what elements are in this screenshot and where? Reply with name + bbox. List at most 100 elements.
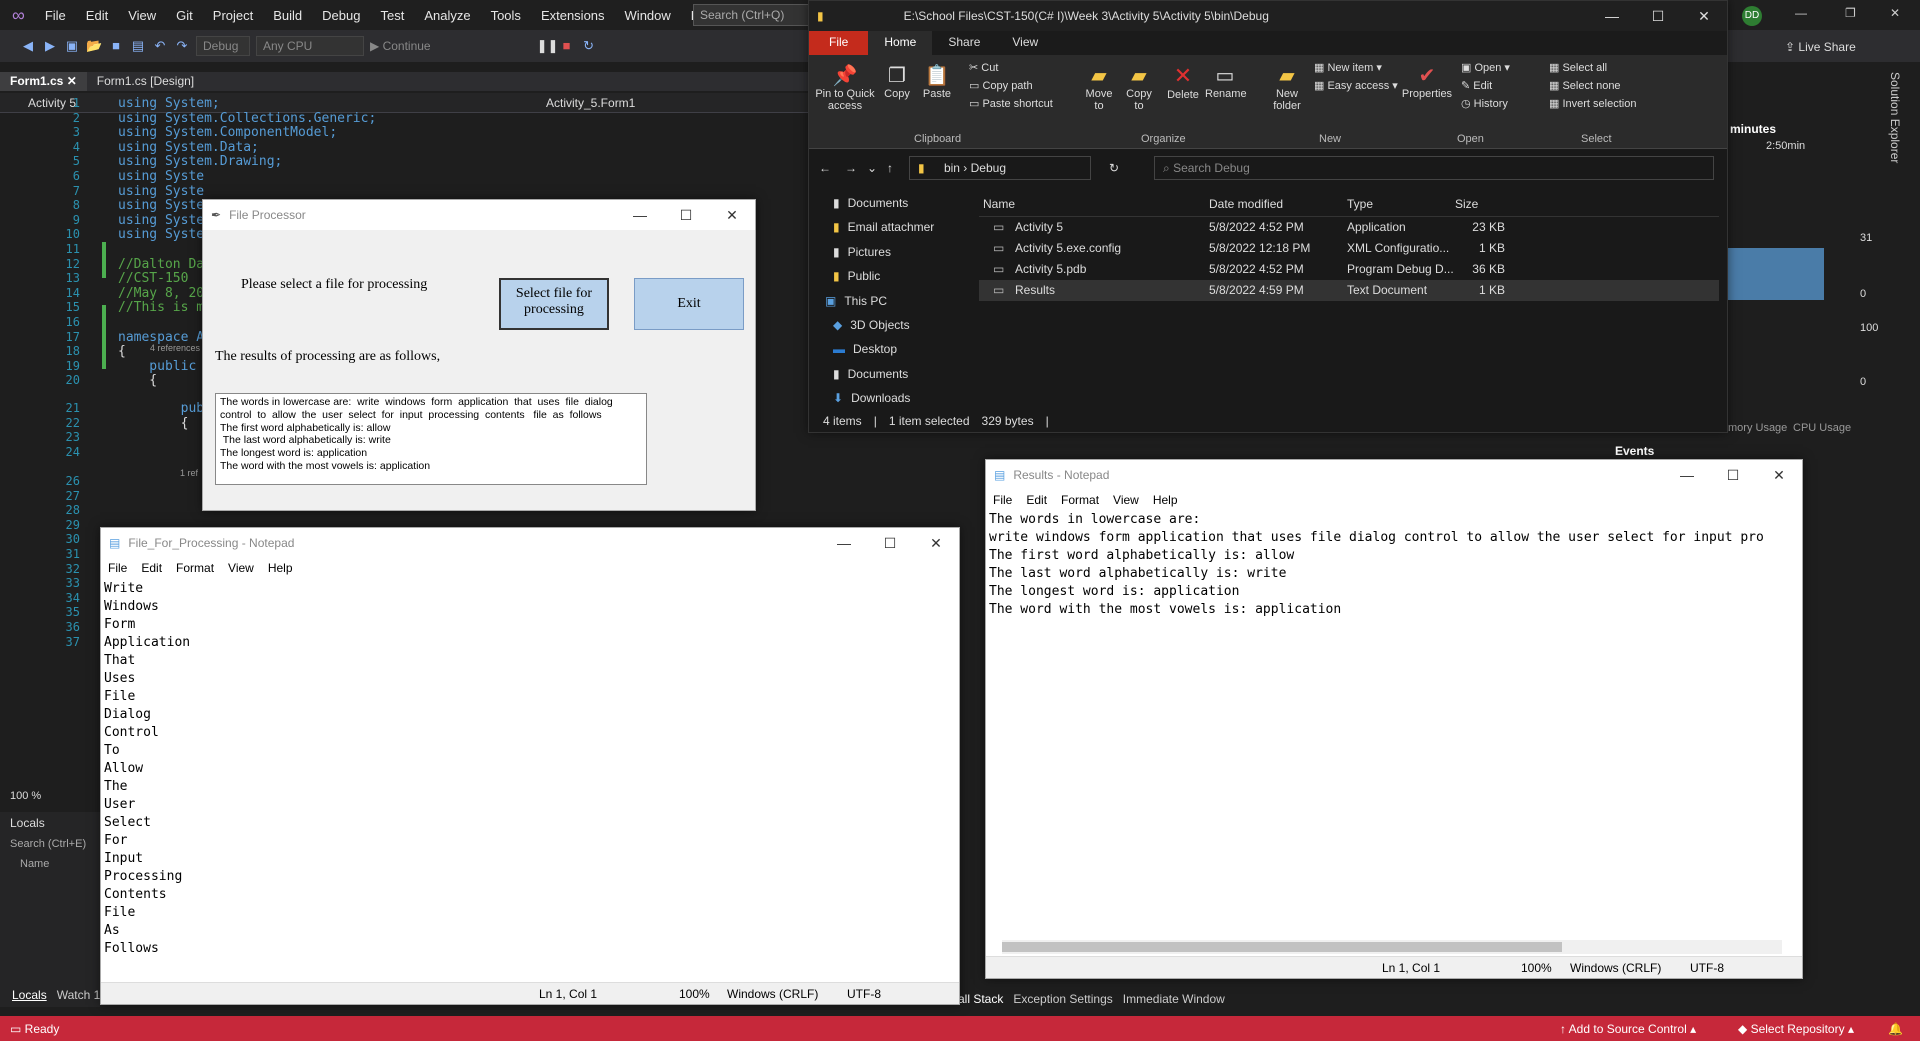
np1-menu-format[interactable]: Format: [169, 561, 221, 575]
select-file-button[interactable]: Select file for processing: [499, 278, 609, 330]
copy-to-button[interactable]: ▰ Copy to: [1121, 63, 1157, 112]
platform-select[interactable]: Any CPU: [256, 36, 364, 56]
nav-item[interactable]: ⬇ Downloads: [833, 391, 910, 405]
vs-menu-test[interactable]: Test: [370, 8, 414, 23]
tab-form1-design[interactable]: Form1.cs [Design]: [87, 72, 204, 91]
vs-menu-file[interactable]: File: [35, 8, 76, 23]
delete-button[interactable]: ✕ Delete: [1165, 63, 1201, 101]
np1-menu-file[interactable]: File: [101, 561, 134, 575]
close-icon[interactable]: ✕: [67, 74, 77, 88]
np1-menu-help[interactable]: Help: [261, 561, 300, 575]
results-textbox[interactable]: The words in lowercase are: write window…: [215, 393, 647, 485]
nav-item[interactable]: ▣ This PC: [825, 294, 887, 308]
add-source-control[interactable]: ↑ Add to Source Control ▴: [1560, 1022, 1696, 1036]
diag-tab-cpu[interactable]: CPU Usage: [1793, 422, 1851, 434]
paste-shortcut-button[interactable]: ▭ Paste shortcut: [969, 97, 1053, 110]
vs-minimize-button[interactable]: —: [1795, 6, 1807, 20]
locals-search[interactable]: Search (Ctrl+E): [0, 834, 100, 854]
close-button[interactable]: ✕: [1681, 8, 1727, 25]
file-row[interactable]: ▭ Activity 5 5/8/2022 4:52 PM Application 23…: [979, 217, 1719, 238]
open-icon[interactable]: 📂: [86, 38, 102, 54]
edit-button[interactable]: ✎ Edit: [1461, 79, 1492, 92]
save-all-icon[interactable]: ▤: [130, 38, 146, 54]
nav-item[interactable]: ◆ 3D Objects: [833, 318, 910, 332]
ribbon-tab-file[interactable]: File: [809, 31, 869, 55]
vs-menu-window[interactable]: Window: [615, 8, 681, 23]
select-all-button[interactable]: ▦ Select all: [1549, 61, 1607, 74]
np2-menu-help[interactable]: Help: [1146, 493, 1185, 507]
close-button[interactable]: ✕: [1756, 467, 1802, 484]
forward-icon[interactable]: ▶: [42, 38, 58, 54]
vs-close-button[interactable]: ✕: [1890, 6, 1900, 20]
np1-text-area[interactable]: Write Windows Form Application That Uses File D…: [104, 580, 944, 975]
ribbon-tab-view[interactable]: View: [996, 31, 1054, 55]
copy-button[interactable]: ❐ Copy: [879, 63, 915, 100]
notifications-icon[interactable]: 🔔: [1888, 1022, 1903, 1036]
np2-scroll-thumb[interactable]: [1002, 942, 1562, 952]
pin-quick-access-button[interactable]: 📌 Pin to Quick access: [815, 63, 875, 112]
np2-menu-file[interactable]: File: [986, 493, 1019, 507]
vs-menu-build[interactable]: Build: [263, 8, 312, 23]
minimize-button[interactable]: —: [617, 207, 663, 223]
invert-selection-button[interactable]: ▦ Invert selection: [1549, 97, 1636, 110]
np1-menu-edit[interactable]: Edit: [134, 561, 169, 575]
references-codelens-2[interactable]: 1 ref: [180, 468, 198, 478]
minimize-button[interactable]: —: [821, 535, 867, 551]
rename-button[interactable]: ▭ Rename: [1205, 63, 1247, 100]
nav-item[interactable]: ▮ Documents: [833, 367, 908, 381]
zoom-level[interactable]: 100 %: [10, 790, 41, 802]
paste-button[interactable]: 📋 Paste: [919, 63, 955, 100]
new-folder-button[interactable]: ▰ New folder: [1267, 63, 1307, 112]
vs-restore-button[interactable]: ❐: [1845, 6, 1856, 20]
cut-button[interactable]: ✂ Cut: [969, 61, 998, 74]
history-button[interactable]: ◷ History: [1461, 97, 1508, 110]
avatar[interactable]: DD: [1742, 6, 1762, 26]
minimize-button[interactable]: —: [1664, 467, 1710, 483]
tab-exception-settings[interactable]: Exception Settings: [1013, 992, 1112, 1006]
config-select[interactable]: Debug: [196, 36, 250, 56]
np2-horizontal-scrollbar[interactable]: [1002, 940, 1782, 954]
restart-icon[interactable]: ↻: [581, 38, 597, 54]
vs-menu-tools[interactable]: Tools: [481, 8, 531, 23]
nav-item[interactable]: ▮ Documents: [833, 196, 908, 210]
easy-access-button[interactable]: ▦ Easy access ▾: [1314, 79, 1398, 92]
vs-menu-edit[interactable]: Edit: [76, 8, 118, 23]
back-icon[interactable]: ◀: [20, 38, 36, 54]
minimize-button[interactable]: —: [1589, 8, 1635, 24]
maximize-button[interactable]: ☐: [867, 535, 913, 552]
tab-watch1[interactable]: Watch 1: [57, 988, 101, 1002]
references-codelens[interactable]: 4 references: [150, 343, 200, 353]
np2-menu-edit[interactable]: Edit: [1019, 493, 1054, 507]
file-row[interactable]: ▭ Activity 5.pdb 5/8/2022 4:52 PM Program D…: [979, 259, 1719, 280]
back-icon[interactable]: ←: [819, 161, 831, 175]
live-share-button[interactable]: ⇪ Live Share: [1785, 40, 1856, 54]
ribbon-tab-share[interactable]: Share: [932, 31, 996, 55]
select-none-button[interactable]: ▦ Select none: [1549, 79, 1621, 92]
breadcrumb-bin[interactable]: bin: [944, 161, 960, 175]
np1-menu-view[interactable]: View: [221, 561, 261, 575]
copy-path-button[interactable]: ▭ Copy path: [969, 79, 1033, 92]
tab-form1-cs[interactable]: Form1.cs ✕: [0, 72, 87, 91]
search-input[interactable]: ⌕ Search Debug: [1154, 156, 1714, 180]
col-date[interactable]: Date modified: [1209, 197, 1283, 211]
close-button[interactable]: ✕: [709, 207, 755, 224]
nav-item[interactable]: ▬ Desktop: [833, 342, 897, 356]
file-row[interactable]: ▭ Results 5/8/2022 4:59 PM Text Document 1 K…: [979, 280, 1719, 301]
move-to-button[interactable]: ▰ Move to: [1081, 63, 1117, 112]
ribbon-tab-home[interactable]: Home: [868, 31, 933, 55]
vs-menu-view[interactable]: View: [118, 8, 166, 23]
np2-menu-view[interactable]: View: [1106, 493, 1146, 507]
vs-logo-icon[interactable]: ∞: [0, 5, 35, 26]
new-item-button[interactable]: ▦ New item ▾: [1314, 61, 1382, 74]
address-bar[interactable]: ▮ bin › Debug: [909, 156, 1091, 180]
col-size[interactable]: Size: [1455, 197, 1478, 211]
close-button[interactable]: ✕: [913, 535, 959, 552]
col-type[interactable]: Type: [1347, 197, 1373, 211]
nav-item[interactable]: ▮ Email attachmer: [833, 220, 934, 234]
select-repository[interactable]: ◆ Select Repository ▴: [1738, 1022, 1854, 1036]
forward-icon[interactable]: →: [845, 161, 857, 175]
tab-locals[interactable]: Locals: [12, 988, 47, 1002]
recent-icon[interactable]: ⌄: [867, 161, 877, 175]
tab-call-stack[interactable]: all Stack: [958, 992, 1003, 1006]
class-nav-combo[interactable]: Activity_5.Form1: [520, 96, 635, 110]
